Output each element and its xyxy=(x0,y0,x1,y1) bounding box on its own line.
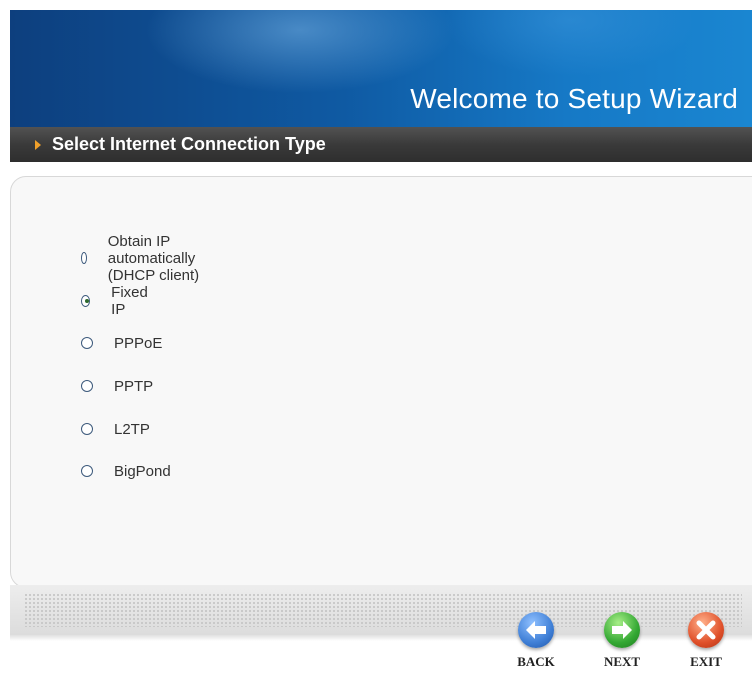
header-banner: Welcome to Setup Wizard xyxy=(10,10,752,127)
option-label: PPTP xyxy=(114,377,154,395)
x-icon xyxy=(688,612,724,648)
option-label: BigPond xyxy=(114,462,171,480)
option-fixed-ip[interactable]: Fixed IP xyxy=(81,284,151,318)
option-l2tp[interactable]: L2TP xyxy=(81,418,150,440)
next-label: NEXT xyxy=(603,654,641,669)
option-label: Fixed IP xyxy=(111,284,148,318)
exit-label: EXIT xyxy=(690,654,722,669)
option-label: PPPoE xyxy=(114,334,163,352)
option-bigpond[interactable]: BigPond xyxy=(81,460,171,482)
section-header: Select Internet Connection Type xyxy=(10,127,752,162)
radio-button[interactable] xyxy=(81,465,93,477)
options-panel: Obtain IP automatically (DHCP client) Fi… xyxy=(10,176,752,588)
option-pptp[interactable]: PPTP xyxy=(81,375,153,397)
back-button[interactable]: BACK xyxy=(506,612,566,672)
radio-button[interactable] xyxy=(81,252,87,264)
exit-button[interactable]: EXIT xyxy=(676,612,736,672)
option-dhcp[interactable]: Obtain IP automatically (DHCP client) xyxy=(81,233,202,284)
arrow-right-icon xyxy=(604,612,640,648)
radio-button[interactable] xyxy=(81,337,93,349)
option-label: Obtain IP automatically (DHCP client) xyxy=(107,232,200,284)
bullet-arrow-icon xyxy=(35,140,41,150)
next-button[interactable]: NEXT xyxy=(592,612,652,672)
radio-button[interactable] xyxy=(81,295,91,307)
option-pppoe[interactable]: PPPoE xyxy=(81,332,162,354)
option-label: L2TP xyxy=(114,420,150,438)
radio-button[interactable] xyxy=(81,423,93,435)
wizard-title: Welcome to Setup Wizard xyxy=(410,83,738,114)
back-label: BACK xyxy=(517,654,555,669)
radio-button[interactable] xyxy=(81,380,93,392)
arrow-left-icon xyxy=(518,612,554,648)
section-title: Select Internet Connection Type xyxy=(52,134,326,154)
